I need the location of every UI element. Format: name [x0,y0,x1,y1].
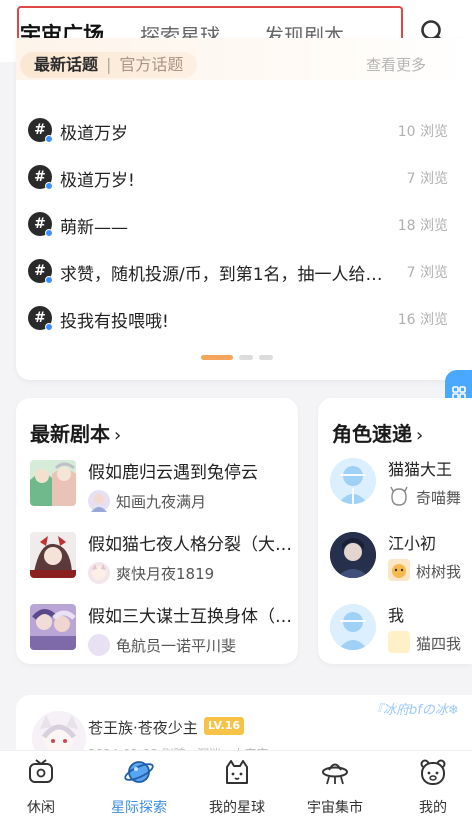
topic-row[interactable]: # 投我有投喂哦! 16 浏览 [28,303,448,333]
role-express-title[interactable]: 角色速递 › [332,418,423,447]
role-name: 我 [388,606,405,625]
script-author: 知画九夜满月 [116,493,207,511]
script-item[interactable]: 假如鹿归云遇到兔停云 知画九夜满月 [30,460,298,514]
topic-title: 极道万岁! [60,171,135,191]
topics-header-pill: 最新话题 | 官方话题 [20,52,198,78]
script-cover-image [30,532,76,578]
script-item[interactable]: 假如猫七夜人格分裂（大… 爽快月夜1819 [30,532,298,586]
bear-face-icon [420,759,446,785]
role-owner: 奇喵舞 [416,489,462,507]
role-item[interactable]: 猫猫大王 奇喵舞 [330,458,472,518]
divider: | [106,55,112,74]
bottom-navigation: 休闲 星际探索 我的星球 宇宙集市 我的 [0,750,472,819]
owner-avatar [388,485,410,507]
hashtag-icon: # [28,306,53,331]
topic-row[interactable]: # 极道万岁 10 浏览 [28,115,448,145]
topic-title: 投我有投喂哦! [60,312,169,332]
script-name: 假如三大谋士互换身体（… [88,607,292,627]
topic-row[interactable]: # 求赞，随机投源/币，到第1名，抽一人给… 7 浏览 [28,256,448,286]
owner-avatar [388,631,410,653]
role-owner: 树树我 [416,563,462,581]
author-avatar [88,634,110,656]
cat-face-icon [226,760,248,784]
post-author-name[interactable]: 苍王族·苍夜少主 [88,717,198,738]
topic-title: 萌新—— [60,218,128,238]
script-name: 假如猫七夜人格分裂（大… [88,535,292,555]
chevron-right-icon: › [114,425,122,446]
author-avatar [88,562,110,584]
post-tag: 『冰府bfの冰❄ [370,703,459,718]
level-badge: LV.16 [204,717,245,735]
topic-views: 7 浏览 [406,265,448,281]
planet-icon [124,761,154,783]
script-cover-image [30,604,76,650]
topic-title: 求赞，随机投源/币，到第1名，抽一人给… [60,265,383,285]
pager-dot[interactable] [239,355,253,360]
topic-views: 18 浏览 [397,218,448,234]
topic-title: 极道万岁 [60,124,128,144]
nav-label: 星际探索 [111,800,167,816]
latest-scripts-title[interactable]: 最新剧本 › [30,418,121,447]
chevron-right-icon: › [416,425,424,446]
ufo-icon [322,763,348,785]
nav-label: 我的星球 [209,800,265,816]
topic-views: 7 浏览 [406,171,448,187]
topic-row[interactable]: # 萌新—— 18 浏览 [28,209,448,239]
hashtag-icon: # [28,259,53,284]
topic-row[interactable]: # 极道万岁! 7 浏览 [28,162,448,192]
nav-universe-market[interactable]: 宇宙集市 [288,751,382,819]
official-topics-label[interactable]: 官方话题 [119,55,183,74]
nav-star-explore[interactable]: 星际探索 [92,751,186,819]
role-item[interactable]: 我 猫四我 [330,604,472,664]
topics-header: 最新话题 | 官方话题 查看更多 [16,38,472,80]
pager-dot-active[interactable] [201,355,233,360]
script-author: 龟航员一诺平川斐 [116,637,237,655]
nav-mine[interactable]: 我的 [386,751,472,819]
tv-icon [29,759,53,783]
role-owner: 猫四我 [416,635,462,653]
role-name: 猫猫大王 [388,460,453,479]
nav-leisure[interactable]: 休闲 [0,751,88,819]
script-cover-image [30,460,76,506]
role-express-card: 角色速递 › 猫猫大王 奇喵舞 江小初 树树我 我 猫四我 [318,398,472,664]
role-avatar [330,532,376,578]
nav-label: 宇宙集市 [307,800,363,816]
role-name: 江小初 [388,534,437,553]
topic-views: 16 浏览 [397,312,448,328]
role-avatar [330,604,376,650]
role-avatar [330,458,376,504]
hashtag-icon: # [28,212,53,237]
latest-scripts-card: 最新剧本 › 假如鹿归云遇到兔停云 知画九夜满月 假如猫七夜人格分裂（大… 爽快… [16,398,298,664]
author-avatar [88,490,110,512]
owner-avatar [388,559,410,581]
latest-topics-card: 最新话题 | 官方话题 查看更多 # 极道万岁 10 浏览 # 极道万岁! 7 浏览… [16,38,472,380]
pager-dot[interactable] [259,355,273,360]
nav-label: 我的 [419,800,447,816]
topic-views: 10 浏览 [397,124,448,140]
role-item[interactable]: 江小初 树树我 [330,532,472,592]
script-name: 假如鹿归云遇到兔停云 [88,463,258,483]
nav-my-planet[interactable]: 我的星球 [190,751,284,819]
hashtag-icon: # [28,165,53,190]
nav-label: 休闲 [27,800,55,816]
latest-topics-label[interactable]: 最新话题 [34,55,98,74]
script-item[interactable]: 假如三大谋士互换身体（… 龟航员一诺平川斐 [30,604,298,658]
hashtag-icon: # [28,118,53,143]
view-more-link[interactable]: 查看更多 [366,54,426,75]
script-author: 爽快月夜1819 [116,565,215,583]
